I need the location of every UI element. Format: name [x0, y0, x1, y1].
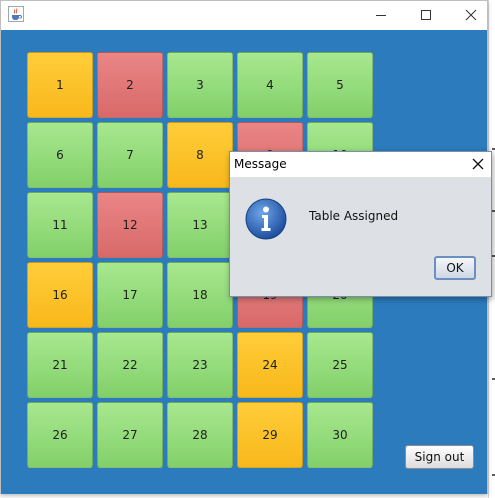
table-button-30[interactable]: 30: [307, 402, 373, 468]
message-dialog: Message Table Assigned OK: [229, 151, 492, 297]
table-button-23[interactable]: 23: [167, 332, 233, 398]
dialog-title: Message: [234, 157, 287, 171]
minimize-icon: [375, 6, 387, 25]
close-button[interactable]: [448, 1, 494, 29]
dialog-close-button[interactable]: [464, 152, 491, 177]
maximize-button[interactable]: [403, 1, 449, 29]
dialog-body: Table Assigned OK: [230, 177, 491, 296]
table-button-24[interactable]: 24: [237, 332, 303, 398]
table-button-2[interactable]: 2: [97, 52, 163, 118]
table-button-28[interactable]: 28: [167, 402, 233, 468]
java-coffee-icon: [8, 6, 24, 22]
ok-button[interactable]: OK: [434, 256, 476, 280]
table-button-7[interactable]: 7: [97, 122, 163, 188]
close-icon: [472, 155, 484, 174]
information-icon: [244, 197, 288, 241]
table-button-13[interactable]: 13: [167, 192, 233, 258]
table-button-6[interactable]: 6: [27, 122, 93, 188]
minimize-button[interactable]: [358, 1, 404, 29]
table-button-29[interactable]: 29: [237, 402, 303, 468]
dialog-title-bar: Message: [230, 152, 491, 177]
table-button-8[interactable]: 8: [167, 122, 233, 188]
table-button-4[interactable]: 4: [237, 52, 303, 118]
table-button-18[interactable]: 18: [167, 262, 233, 328]
table-button-27[interactable]: 27: [97, 402, 163, 468]
table-button-5[interactable]: 5: [307, 52, 373, 118]
table-button-3[interactable]: 3: [167, 52, 233, 118]
dialog-message: Table Assigned: [309, 209, 399, 223]
table-button-22[interactable]: 22: [97, 332, 163, 398]
table-button-11[interactable]: 11: [27, 192, 93, 258]
table-button-26[interactable]: 26: [27, 402, 93, 468]
maximize-icon: [420, 6, 432, 25]
close-icon: [465, 6, 477, 25]
sign-out-button[interactable]: Sign out: [405, 445, 474, 469]
table-button-21[interactable]: 21: [27, 332, 93, 398]
table-button-16[interactable]: 16: [27, 262, 93, 328]
table-button-25[interactable]: 25: [307, 332, 373, 398]
title-bar: [1, 1, 487, 29]
table-button-12[interactable]: 12: [97, 192, 163, 258]
table-button-1[interactable]: 1: [27, 52, 93, 118]
table-button-17[interactable]: 17: [97, 262, 163, 328]
